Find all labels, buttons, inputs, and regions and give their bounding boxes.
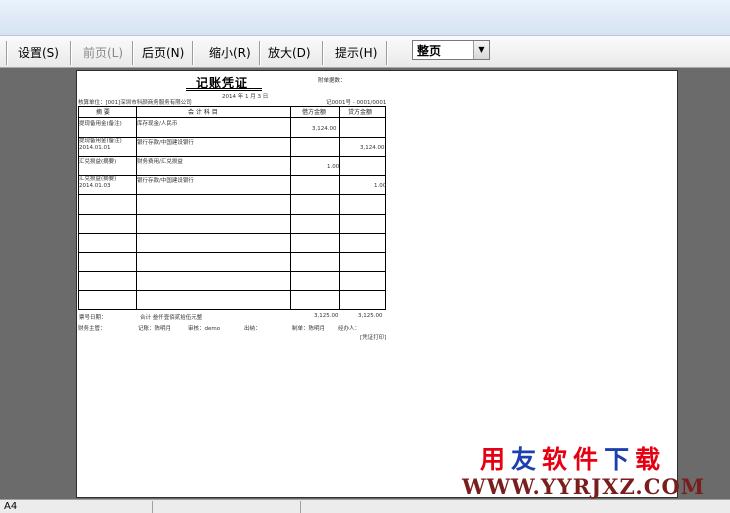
zoom-in-button[interactable]: 放大(D) [268, 43, 311, 63]
table-row-account: 财务费用/汇兑损益 [137, 159, 183, 165]
footer-page: [凭证打印] [360, 335, 387, 341]
title-underline [186, 88, 262, 89]
header-credit: 贷方金额 [348, 109, 373, 116]
status-separator [152, 501, 153, 513]
print-preview-toolbar: 设置(S) 前页(L) 后页(N) 缩小(R) 放大(D) 提示(H) [0, 36, 730, 68]
toolbar-separator [386, 41, 387, 65]
settings-button[interactable]: 设置(S) [18, 43, 59, 63]
watermark-char: 用 [480, 445, 512, 474]
row-divider [79, 252, 385, 253]
table-row-summary: 提现备用金(备注) [79, 121, 122, 127]
header-debit: 借方金额 [302, 109, 327, 116]
table-row-account: 银行存款/中国建设银行 [137, 178, 194, 184]
row-divider [79, 290, 385, 291]
toolbar-separator [70, 41, 71, 65]
watermark-logo: 用友软件下载 [480, 440, 666, 476]
status-bar: A4 [0, 499, 730, 513]
table-row-account: 库存现金/人民币 [137, 121, 178, 127]
footer-manager: 财务主管： [78, 326, 106, 332]
window-title-bar [0, 0, 730, 36]
header-summary: 摘 要 [96, 109, 110, 116]
total-debit: 3,125.00 [314, 313, 339, 319]
paper-size-label: A4 [4, 501, 18, 512]
footer-cashier: 出纳： [244, 326, 261, 332]
toolbar-separator [322, 41, 323, 65]
footer-handler: 经办人： [338, 326, 361, 332]
watermark-url: WWW.YYRJXZ.COM [462, 474, 705, 499]
title-underline [186, 90, 262, 91]
voucher-number: 记0001号 - 0001/0001 [326, 100, 387, 106]
table-row-credit: 3,124.00 [360, 145, 385, 151]
footer-audit: 审核：demo [188, 326, 221, 332]
status-separator [300, 501, 301, 513]
row-divider [79, 117, 385, 118]
watermark-char: 软 [542, 445, 574, 474]
watermark-char: 友 [511, 445, 543, 474]
table-row-debit: 3,124.00 [312, 126, 337, 132]
total-credit: 3,125.00 [358, 313, 383, 319]
table-row-summary: 汇兑损益(摘要) 2014.01.03 [79, 176, 117, 189]
row-divider [79, 271, 385, 272]
footer-maker: 制单：陈明月 [292, 326, 326, 332]
footer-bookkeeper: 记账：陈明月 [138, 326, 172, 332]
toolbar-separator [259, 41, 260, 65]
total-label: 票号日期： [79, 315, 107, 321]
attachment-count: 附单据数： [318, 78, 346, 84]
zoom-select-value: 整页 [417, 44, 442, 58]
previous-page-button[interactable]: 前页(L) [83, 43, 123, 63]
toolbar-separator [6, 41, 7, 65]
toolbar-separator [132, 41, 133, 65]
row-divider [79, 194, 385, 195]
toolbar-separator [192, 41, 193, 65]
header-account: 会 计 科 目 [188, 109, 218, 116]
row-divider [79, 214, 385, 215]
watermark-char: 载 [635, 445, 667, 474]
voucher-table [78, 106, 386, 310]
table-row-credit: 1.00 [374, 183, 387, 189]
row-divider [79, 156, 385, 157]
next-page-button[interactable]: 后页(N) [142, 43, 184, 63]
zoom-select[interactable]: 整页 ▼ [412, 40, 490, 60]
table-row-debit: 1.00 [327, 164, 340, 170]
table-row-summary: 汇兑损益(摘要) [79, 159, 117, 165]
chevron-down-icon[interactable]: ▼ [473, 41, 489, 59]
row-divider [79, 137, 385, 138]
table-row-account: 银行存款/中国建设银行 [137, 140, 194, 146]
total-text: 合计 叁仟壹佰贰拾伍元整 [140, 315, 203, 321]
accounting-unit: 核算单位：[001]深圳市科颜商务服务有限公司 [78, 100, 192, 106]
table-row-summary: 提现备用金(备注) 2014.01.01 [79, 138, 122, 151]
row-divider [79, 175, 385, 176]
voucher-date: 2014 年 1 月 3 日 [222, 94, 269, 100]
watermark-char: 件 [573, 445, 605, 474]
zoom-out-button[interactable]: 缩小(R) [209, 43, 251, 63]
watermark-char: 下 [604, 445, 636, 474]
hint-button[interactable]: 提示(H) [335, 43, 377, 63]
row-divider [79, 233, 385, 234]
